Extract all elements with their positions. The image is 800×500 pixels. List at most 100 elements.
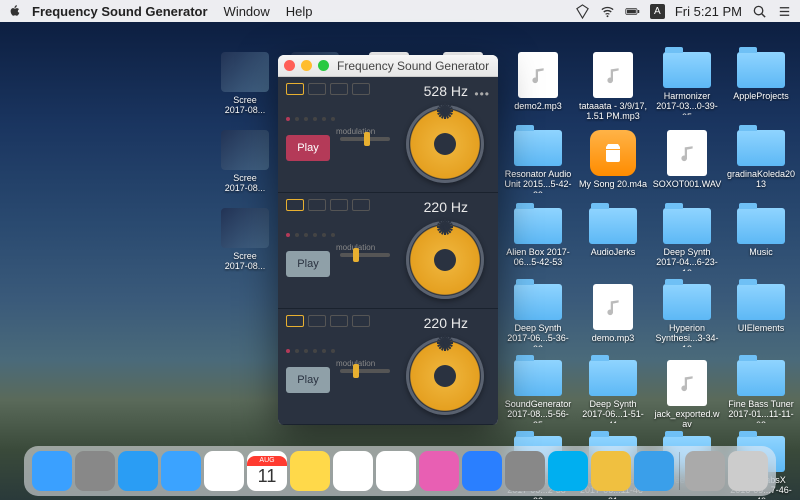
oscillator-panel: 220 HzPlaymodulation [278, 193, 498, 309]
desktop-icon-label: Music [726, 247, 796, 257]
menu-window[interactable]: Window [224, 4, 270, 19]
desktop-icon-label: demo.mp3 [578, 333, 648, 343]
screenshot-thumb-icon [221, 130, 269, 170]
desktop-icon[interactable]: AudioJerks [578, 208, 648, 257]
folder-icon [663, 52, 711, 88]
waveform-option[interactable] [286, 315, 304, 327]
more-icon[interactable]: ••• [474, 87, 490, 101]
input-source-icon[interactable]: A [650, 4, 665, 19]
desktop-icon[interactable]: Resonator Audio Unit 2015...5-42-29 [503, 130, 573, 193]
desktop-icon[interactable]: Alien Box 2017-06...5-42-53 [503, 208, 573, 268]
modulation-slider[interactable] [340, 253, 390, 257]
dock-reminders[interactable] [333, 451, 373, 491]
dock-itunes[interactable] [419, 451, 459, 491]
audio-file-icon [667, 360, 707, 406]
modulation-slider[interactable] [340, 137, 390, 141]
desktop-icon-label: Deep Synth 2017-04...6-23-13 [652, 247, 722, 271]
dock-skype[interactable] [548, 451, 588, 491]
desktop-icon[interactable]: Scree2017-08... [210, 208, 280, 272]
waveform-option[interactable] [308, 83, 326, 95]
waveform-option[interactable] [286, 83, 304, 95]
desktop-icon[interactable]: Harmonizer 2017-03...0-39-05 [652, 52, 722, 115]
folder-icon [589, 360, 637, 396]
wifi-icon[interactable] [600, 4, 615, 19]
desktop-icon[interactable]: Scree2017-08... [210, 130, 280, 194]
waveform-option[interactable] [308, 199, 326, 211]
waveform-option[interactable] [308, 315, 326, 327]
dock-finder[interactable] [32, 451, 72, 491]
waveform-selector[interactable] [286, 83, 370, 95]
desktop-icon[interactable]: tataaata - 3/9/17, 1.51 PM.mp3 [578, 52, 648, 122]
desktop-icon-label: AudioJerks [578, 247, 648, 257]
desktop-icon[interactable]: Deep Synth 2017-06...1-51-41 [578, 360, 648, 423]
folder-icon [514, 360, 562, 396]
play-button[interactable]: Play [286, 367, 330, 393]
desktop-icon-label: AppleProjects [726, 91, 796, 101]
folder-icon [737, 284, 785, 320]
minimize-button[interactable] [301, 60, 312, 71]
dock-calendar[interactable]: AUG11 [247, 451, 287, 491]
menubar-clock[interactable]: Fri 5:21 PM [675, 4, 742, 19]
play-button[interactable]: Play [286, 135, 330, 161]
desktop-icon-label: My Song 20.m4a [578, 179, 648, 189]
desktop-icon[interactable]: SoundGenerator 2017-08...5-56-35 [503, 360, 573, 423]
notification-center-icon[interactable] [777, 4, 792, 19]
desktop-icon[interactable]: AppleProjects [726, 52, 796, 101]
desktop-icon[interactable]: Hyperion Synthesi...3-34-13 [652, 284, 722, 347]
dock-settings[interactable] [505, 451, 545, 491]
dock-launchpad[interactable] [75, 451, 115, 491]
window-titlebar[interactable]: Frequency Sound Generator [278, 55, 498, 77]
waveform-option[interactable] [286, 199, 304, 211]
app-menu[interactable]: Frequency Sound Generator [32, 4, 208, 19]
menu-help[interactable]: Help [286, 4, 313, 19]
desktop-icon[interactable]: demo.mp3 [578, 284, 648, 343]
desktop-icon[interactable]: gradinaKoleda2013 [726, 130, 796, 190]
close-button[interactable] [284, 60, 295, 71]
desktop-icon-label: UIElements [726, 323, 796, 333]
frequency-dial[interactable] [406, 105, 484, 183]
modulation-slider[interactable] [340, 369, 390, 373]
desktop-icon[interactable]: My Song 20.m4a [578, 130, 648, 189]
spotlight-icon[interactable] [752, 4, 767, 19]
dock-photos[interactable] [376, 451, 416, 491]
frequency-dial[interactable] [406, 221, 484, 299]
dock-notes[interactable] [290, 451, 330, 491]
battery-icon[interactable] [625, 4, 640, 19]
desktop-icon[interactable]: Music [726, 208, 796, 257]
location-icon[interactable] [575, 4, 590, 19]
desktop-icon-label: Scree2017-08... [210, 95, 280, 116]
waveform-option[interactable] [352, 199, 370, 211]
waveform-option[interactable] [352, 83, 370, 95]
desktop-icon[interactable]: Deep Synth 2017-04...6-23-13 [652, 208, 722, 271]
zoom-button[interactable] [318, 60, 329, 71]
desktop-icon[interactable]: SOXOT001.WAV [652, 130, 722, 189]
dock-mail[interactable] [161, 451, 201, 491]
waveform-option[interactable] [330, 83, 348, 95]
folder-icon [514, 284, 562, 320]
dock-chrome[interactable] [204, 451, 244, 491]
dock: AUG11 [24, 446, 776, 496]
desktop-icon[interactable]: Deep Synth 2017-06...5-36-33 [503, 284, 573, 347]
frequency-dial[interactable] [406, 337, 484, 415]
waveform-option[interactable] [330, 199, 348, 211]
desktop-icon-label: Deep Synth 2017-06...5-36-33 [503, 323, 573, 347]
folder-icon [663, 208, 711, 244]
desktop-icon[interactable]: demo2.mp3 [503, 52, 573, 111]
waveform-option[interactable] [352, 315, 370, 327]
dock-trash[interactable] [728, 451, 768, 491]
desktop-icon[interactable]: UIElements [726, 284, 796, 333]
desktop-icon[interactable]: Scree2017-08... [210, 52, 280, 116]
waveform-selector[interactable] [286, 199, 370, 211]
dock-downloads[interactable] [685, 451, 725, 491]
play-button[interactable]: Play [286, 251, 330, 277]
waveform-selector[interactable] [286, 315, 370, 327]
desktop-icon[interactable]: Fine Bass Tuner 2017-01...11-11-02 [726, 360, 796, 423]
dock-freq-sound[interactable] [591, 451, 631, 491]
audio-file-icon [593, 284, 633, 330]
dock-safari[interactable] [118, 451, 158, 491]
dock-appstore[interactable] [462, 451, 502, 491]
app-body: 528 Hz•••Playmodulation220 HzPlaymodulat… [278, 77, 498, 425]
waveform-option[interactable] [330, 315, 348, 327]
dock-xcode[interactable] [634, 451, 674, 491]
desktop-icon[interactable]: jack_exported.wav [652, 360, 722, 430]
